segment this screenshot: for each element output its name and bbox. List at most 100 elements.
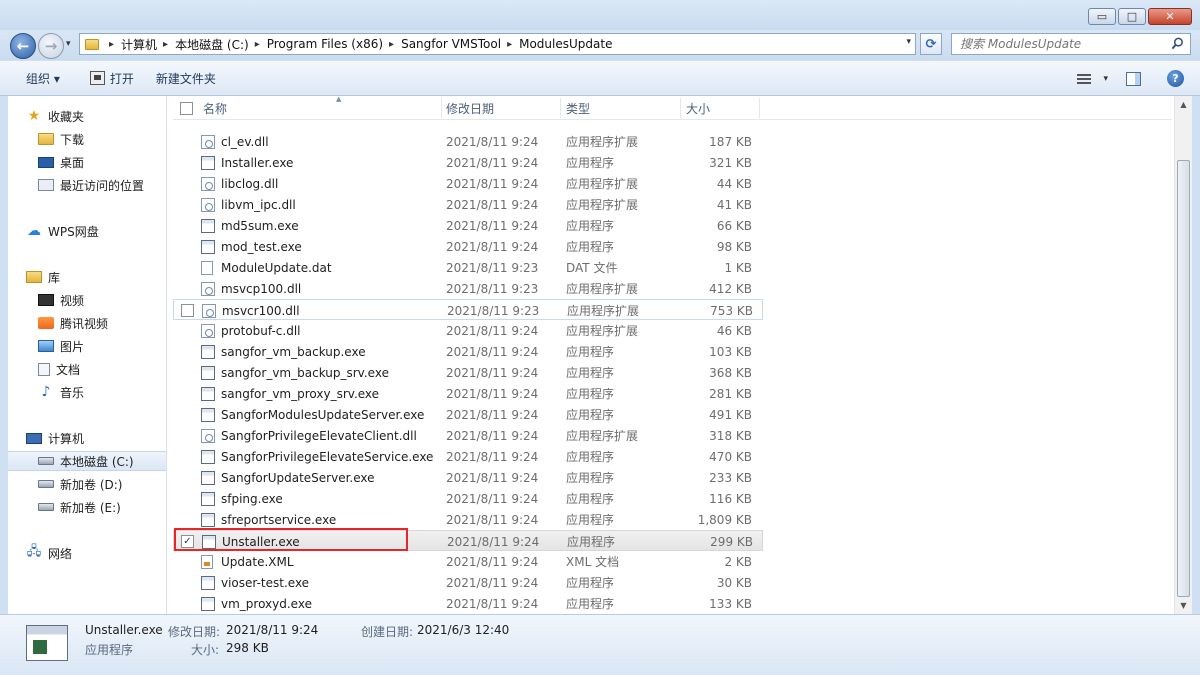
select-all-checkbox[interactable] [180, 102, 193, 115]
breadcrumb-drive-c[interactable]: 本地磁盘 (C:) [175, 36, 249, 53]
file-date: 2021/8/11 9:24 [446, 554, 539, 569]
sidebar-item-documents[interactable]: 文档 [8, 359, 166, 379]
column-date[interactable]: 修改日期 [446, 96, 561, 120]
file-name: msvcp100.dll [221, 281, 302, 296]
close-button[interactable]: ✕ [1148, 8, 1192, 25]
forward-button[interactable]: → [38, 33, 64, 59]
file-type: 应用程序 [566, 366, 615, 380]
table-row[interactable]: Update.XML 2021/8/11 9:24 XML 文档 2 KB [173, 551, 763, 572]
scroll-up-button[interactable]: ▲ [1175, 96, 1192, 113]
table-row[interactable]: SangforPrivilegeElevateClient.dll 2021/8/… [173, 425, 763, 446]
back-button[interactable]: ← [10, 33, 36, 59]
table-row[interactable]: vioser-test.exe 2021/8/11 9:24 应用程序 30 KB [173, 572, 763, 593]
column-divider[interactable] [759, 98, 760, 118]
navigation-pane: ★ 收藏夹 下载 桌面 最近访问的位置 ☁ WPS网盘 库 视频 腾讯视频 图片… [8, 96, 167, 614]
maximize-button[interactable]: □ [1118, 8, 1146, 25]
column-name[interactable]: 名称 ▲ [203, 95, 443, 120]
details-created-value: 2021/6/3 12:40 [417, 623, 510, 637]
scrollbar-thumb[interactable] [1177, 160, 1190, 597]
row-checkbox[interactable] [181, 304, 194, 317]
file-type: 应用程序扩展 [566, 324, 639, 338]
new-folder-button[interactable]: 新建文件夹 [148, 66, 224, 90]
breadcrumb-separator[interactable]: ▸ [507, 39, 512, 50]
table-row[interactable]: SangforModulesUpdateServer.exe 2021/8/11 … [173, 404, 763, 425]
file-date: 2021/8/11 9:24 [446, 407, 539, 422]
breadcrumb-separator[interactable]: ▸ [255, 39, 260, 50]
column-size[interactable]: 大小 [686, 96, 756, 120]
exe-file-icon [201, 597, 215, 611]
table-row[interactable]: protobuf-c.dll 2021/8/11 9:24 应用程序扩展 46 KB [173, 320, 763, 341]
organize-button[interactable]: 组织 ▾ [18, 66, 68, 90]
address-dropdown[interactable]: ▾ [906, 37, 911, 47]
breadcrumb-computer[interactable]: 计算机 [121, 36, 157, 53]
sidebar-item-downloads[interactable]: 下载 [8, 129, 166, 149]
table-row[interactable]: sfreportservice.exe 2021/8/11 9:24 应用程序 1,8… [173, 509, 763, 530]
sidebar-item-pictures[interactable]: 图片 [8, 336, 166, 356]
file-name: SangforPrivilegeElevateClient.dll [221, 428, 417, 443]
sidebar-item-network[interactable]: 🖧 网络 [8, 543, 166, 563]
file-type: 应用程序 [566, 345, 615, 359]
sidebar-item-drive-c[interactable]: 本地磁盘 (C:) [8, 451, 166, 471]
column-type[interactable]: 类型 [566, 96, 666, 120]
sidebar-item-music[interactable]: ♪ 音乐 [8, 382, 166, 402]
file-type: 应用程序 [566, 492, 615, 506]
details-size-value: 298 KB [226, 641, 269, 655]
desktop-icon [38, 156, 54, 168]
column-divider[interactable] [680, 98, 681, 118]
file-type: 应用程序扩展 [566, 198, 639, 212]
table-row[interactable]: msvcr100.dll 2021/8/11 9:23 应用程序扩展 753 KB [173, 299, 763, 320]
sidebar-item-videos[interactable]: 视频 [8, 290, 166, 310]
help-icon[interactable]: ? [1167, 70, 1184, 87]
search-icon[interactable] [1171, 37, 1184, 50]
table-row[interactable]: SangforUpdateServer.exe 2021/8/11 9:24 应用程… [173, 467, 763, 488]
table-row[interactable]: msvcp100.dll 2021/8/11 9:23 应用程序扩展 412 KB [173, 278, 763, 299]
sidebar-item-drive-d[interactable]: 新加卷 (D:) [8, 474, 166, 494]
sidebar-item-tencent-video[interactable]: 腾讯视频 [8, 313, 166, 333]
column-divider[interactable] [560, 98, 561, 118]
breadcrumb-program-files[interactable]: Program Files (x86) [267, 37, 383, 51]
table-row[interactable]: Installer.exe 2021/8/11 9:24 应用程序 321 KB [173, 152, 763, 173]
minimize-button[interactable]: ▭ [1088, 8, 1116, 25]
table-row[interactable]: ModuleUpdate.dat 2021/8/11 9:23 DAT 文件 1 KB [173, 257, 763, 278]
sidebar-item-favorites[interactable]: ★ 收藏夹 [8, 106, 166, 126]
vertical-scrollbar[interactable]: ▲ ▼ [1174, 96, 1192, 614]
sidebar-item-recent-places[interactable]: 最近访问的位置 [8, 175, 166, 195]
sidebar-item-computer[interactable]: 计算机 [8, 428, 166, 448]
table-row[interactable]: mod_test.exe 2021/8/11 9:24 应用程序 98 KB [173, 236, 763, 257]
scroll-down-button[interactable]: ▼ [1175, 597, 1192, 614]
table-row[interactable]: sangfor_vm_backup_srv.exe 2021/8/11 9:24 应… [173, 362, 763, 383]
table-row-partial[interactable] [173, 120, 763, 131]
table-row[interactable]: sfping.exe 2021/8/11 9:24 应用程序 116 KB [173, 488, 763, 509]
breadcrumb-separator[interactable]: ▸ [163, 39, 168, 50]
sidebar-item-drive-e[interactable]: 新加卷 (E:) [8, 497, 166, 517]
address-bar[interactable]: ▸ 计算机 ▸ 本地磁盘 (C:) ▸ Program Files (x86) … [79, 33, 916, 55]
breadcrumb-modulesupdate[interactable]: ModulesUpdate [519, 37, 612, 51]
view-dropdown[interactable]: ▾ [1103, 74, 1108, 84]
view-options-icon[interactable] [1077, 73, 1092, 84]
column-divider[interactable] [441, 98, 442, 118]
search-box[interactable] [951, 33, 1191, 55]
search-input[interactable] [952, 37, 1157, 51]
breadcrumb-separator[interactable]: ▸ [109, 39, 114, 50]
open-button[interactable]: 打开 [82, 66, 142, 90]
refresh-button[interactable]: ⟳ [920, 33, 942, 55]
table-row[interactable]: libvm_ipc.dll 2021/8/11 9:24 应用程序扩展 41 KB [173, 194, 763, 215]
file-date: 2021/8/11 9:24 [446, 596, 539, 611]
table-row[interactable]: cl_ev.dll 2021/8/11 9:24 应用程序扩展 187 KB [173, 131, 763, 152]
table-row[interactable]: SangforPrivilegeElevateService.exe 2021/8… [173, 446, 763, 467]
preview-pane-icon[interactable] [1126, 71, 1141, 86]
table-row[interactable]: sangfor_vm_proxy_srv.exe 2021/8/11 9:24 应用… [173, 383, 763, 404]
file-size: 187 KB [709, 134, 752, 149]
breadcrumb-sangfor-vmstool[interactable]: Sangfor VMSTool [401, 37, 501, 51]
sidebar-item-desktop[interactable]: 桌面 [8, 152, 166, 172]
breadcrumb-separator[interactable]: ▸ [389, 39, 394, 50]
table-row[interactable]: vm_proxyd.exe 2021/8/11 9:24 应用程序 133 KB [173, 593, 763, 614]
file-type: 应用程序 [566, 408, 615, 422]
table-row[interactable]: libclog.dll 2021/8/11 9:24 应用程序扩展 44 KB [173, 173, 763, 194]
recent-pages-dropdown[interactable]: ▾ [66, 39, 71, 49]
sidebar-item-wps-cloud[interactable]: ☁ WPS网盘 [8, 221, 166, 241]
sidebar-item-label: 音乐 [60, 385, 85, 400]
table-row[interactable]: sangfor_vm_backup.exe 2021/8/11 9:24 应用程序 1… [173, 341, 763, 362]
table-row[interactable]: md5sum.exe 2021/8/11 9:24 应用程序 66 KB [173, 215, 763, 236]
sidebar-item-libraries[interactable]: 库 [8, 267, 166, 287]
